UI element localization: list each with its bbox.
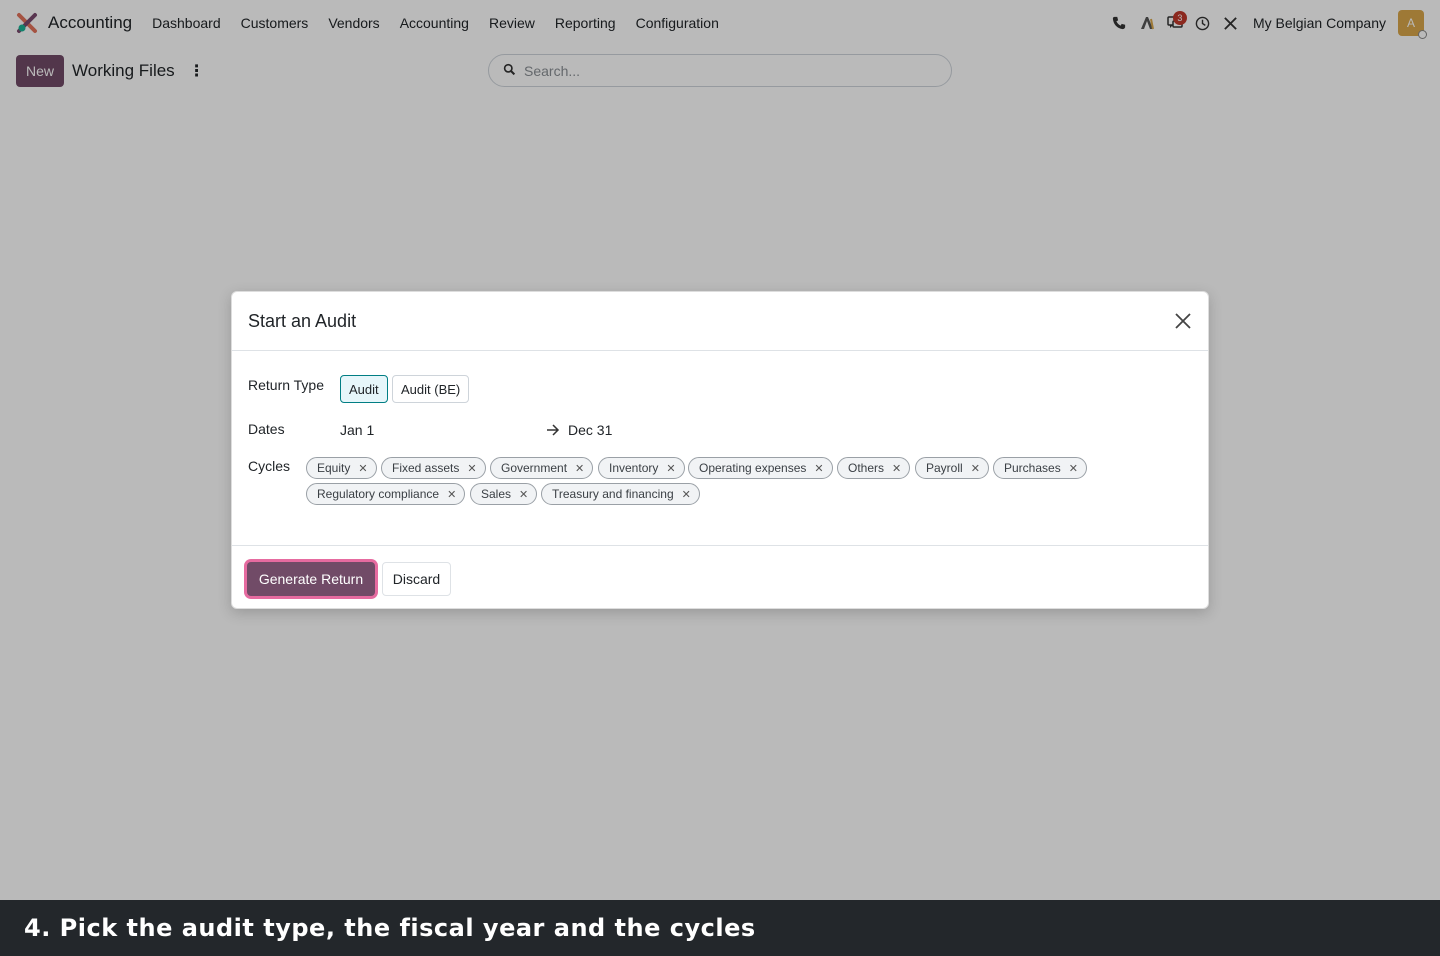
remove-tag-icon[interactable]: ✕ [575,462,584,475]
dialog-footer: Generate Return Discard [232,545,1208,609]
return-type-label: Return Type [248,377,325,393]
cycles-label: Cycles [248,458,291,474]
dialog-body: Return Type Audit Audit (BE) Dates Jan 1… [232,351,1208,545]
date-from-field[interactable]: Jan 1 [340,422,374,438]
cycle-tag[interactable]: Sales ✕ [470,483,538,505]
remove-tag-icon[interactable]: ✕ [814,462,823,475]
cycle-tag-label: Payroll [926,461,963,475]
dialog-title: Start an Audit [248,310,357,331]
cycle-tag[interactable]: Purchases ✕ [993,457,1087,479]
return-type-audit-be[interactable]: Audit (BE) [392,375,470,403]
cycle-tag-label: Treasury and financing [552,487,674,501]
cycle-tag[interactable]: Payroll ✕ [915,457,989,479]
cycle-tag-label: Others [848,461,885,475]
cycle-tag[interactable]: Fixed assets ✕ [381,457,486,479]
cycle-tag[interactable]: Treasury and financing ✕ [541,483,700,505]
cycle-tag-label: Inventory [609,461,659,475]
cycle-tag[interactable]: Equity ✕ [306,457,377,479]
cycle-tag-label: Sales [481,487,512,501]
cycle-tag[interactable]: Inventory ✕ [598,457,685,479]
cycle-tag-label: Government [501,461,568,475]
remove-tag-icon[interactable]: ✕ [467,462,476,475]
dates-label: Dates [248,421,285,437]
cycle-tag-label: Fixed assets [392,461,460,475]
cycle-tag-label: Operating expenses [699,461,807,475]
remove-tag-icon[interactable]: ✕ [447,488,456,501]
remove-tag-icon[interactable]: ✕ [519,488,528,501]
cycle-tag-label: Purchases [1004,461,1061,475]
remove-tag-icon[interactable]: ✕ [682,488,691,501]
remove-tag-icon[interactable]: ✕ [892,462,901,475]
dialog-header: Start an Audit [232,292,1208,351]
remove-tag-icon[interactable]: ✕ [1069,462,1078,475]
cycle-tag-label: Regulatory compliance [317,487,440,501]
remove-tag-icon[interactable]: ✕ [358,462,367,475]
date-to-field[interactable]: Dec 31 [568,422,612,438]
arrow-right-icon [546,423,560,440]
tutorial-caption: 4. Pick the audit type, the fiscal year … [0,900,1440,956]
remove-tag-icon[interactable]: ✕ [666,462,675,475]
caption-text: 4. Pick the audit type, the fiscal year … [24,914,756,942]
discard-button[interactable]: Discard [382,562,451,596]
return-type-audit[interactable]: Audit [340,375,388,403]
generate-return-button[interactable]: Generate Return [247,562,375,596]
cycle-tag[interactable]: Others ✕ [837,457,911,479]
cycle-tag[interactable]: Regulatory compliance ✕ [306,483,466,505]
cycle-tag[interactable]: Government ✕ [490,457,594,479]
close-icon[interactable] [1172,310,1194,332]
remove-tag-icon[interactable]: ✕ [971,462,980,475]
cycle-tag-label: Equity [317,461,351,475]
cycle-tag[interactable]: Operating expenses ✕ [688,457,833,479]
start-audit-dialog: Start an Audit Return Type Audit Audit (… [231,291,1209,609]
